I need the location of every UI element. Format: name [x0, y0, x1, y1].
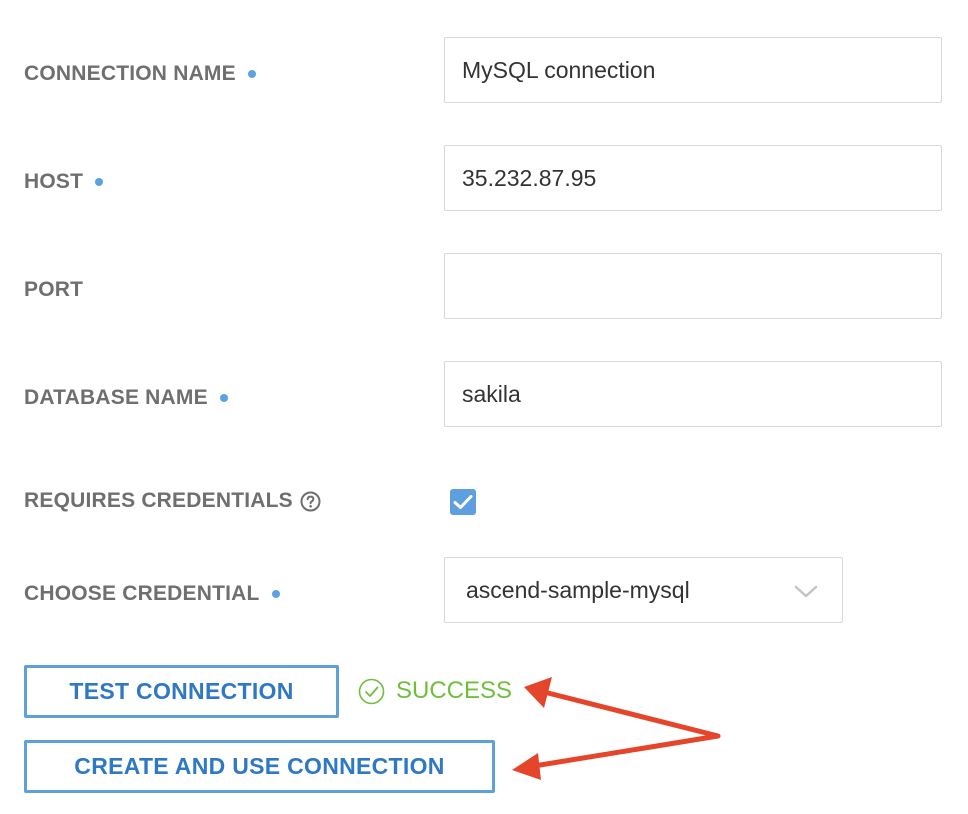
annotation-arrow-to-create-button: [512, 733, 721, 780]
checkmark-icon: [453, 495, 473, 509]
host-label: HOST: [24, 170, 104, 194]
connection-name-label: CONNECTION NAME: [24, 62, 256, 86]
required-indicator-icon: [95, 178, 104, 186]
status-text: SUCCESS: [396, 677, 513, 704]
host-label-text: HOST: [24, 170, 84, 193]
choose-credential-label: CHOOSE CREDENTIAL: [24, 582, 280, 606]
database-name-label: DATABASE NAME: [24, 386, 228, 410]
database-name-label-text: DATABASE NAME: [24, 386, 208, 409]
annotation-arrow-to-status: [524, 677, 721, 739]
requires-credentials-label: REQUIRES CREDENTIALS: [24, 489, 321, 513]
requires-credentials-checkbox[interactable]: [450, 489, 476, 515]
credential-select-value: ascend-sample-mysql: [466, 576, 690, 603]
required-indicator-icon: [247, 70, 256, 78]
port-label: PORT: [24, 278, 83, 302]
choose-credential-label-text: CHOOSE CREDENTIAL: [24, 582, 260, 605]
database-name-input[interactable]: [444, 361, 942, 427]
port-label-text: PORT: [24, 278, 84, 301]
check-circle-icon: [358, 678, 385, 705]
connection-name-input[interactable]: [444, 37, 942, 103]
port-input[interactable]: [444, 253, 942, 319]
required-indicator-icon: [271, 590, 280, 598]
create-and-use-connection-button[interactable]: CREATE AND USE CONNECTION: [24, 740, 495, 793]
test-connection-button[interactable]: TEST CONNECTION: [24, 665, 339, 718]
required-indicator-icon: [219, 394, 228, 402]
host-input[interactable]: [444, 145, 942, 211]
connection-status: SUCCESS: [358, 677, 512, 705]
credential-select[interactable]: ascend-sample-mysql: [444, 557, 843, 623]
requires-credentials-label-text: REQUIRES CREDENTIALS: [24, 489, 293, 512]
connection-name-label-text: CONNECTION NAME: [24, 62, 236, 85]
chevron-down-icon: [794, 585, 818, 599]
question-circle-icon[interactable]: [300, 491, 321, 512]
